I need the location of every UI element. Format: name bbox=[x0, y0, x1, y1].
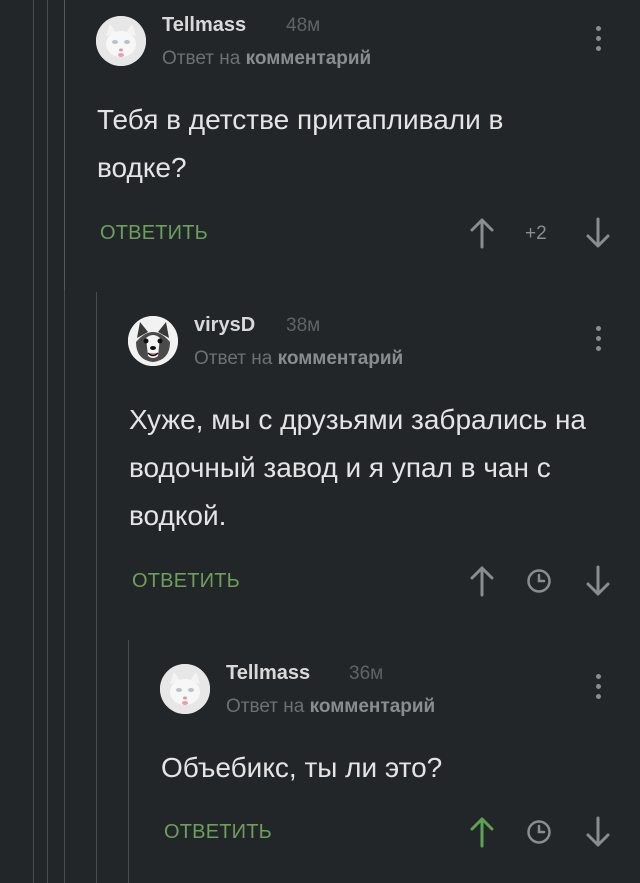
clock-icon[interactable] bbox=[526, 819, 552, 845]
reply-to-comment-link[interactable]: комментарий bbox=[246, 48, 372, 69]
reply-to-line: Ответ на комментарий bbox=[194, 348, 403, 370]
comment-text: Хуже, мы с друзьями забрались на водочны… bbox=[129, 404, 586, 531]
comment-2: virysD 38м Ответ на комментарий Хуже, мы… bbox=[98, 292, 640, 638]
comment-text: Тебя в детстве притапливали в водке? bbox=[97, 104, 504, 183]
more-vertical-icon[interactable] bbox=[590, 326, 606, 354]
thread-line-level-3 bbox=[96, 292, 97, 883]
more-vertical-icon[interactable] bbox=[590, 26, 606, 54]
thread-line-level-1a bbox=[33, 0, 34, 883]
reply-prefix: Ответ на bbox=[226, 696, 305, 717]
reply-to-line: Ответ на комментарий bbox=[162, 48, 371, 70]
comment-text: Объебикс, ты ли это? bbox=[161, 752, 443, 783]
comment-1: Tellmass 48м Ответ на комментарий Тебя в… bbox=[66, 0, 640, 290]
username[interactable]: virysD bbox=[194, 314, 255, 337]
username[interactable]: Tellmass bbox=[162, 14, 246, 37]
thread-line-level-1b bbox=[47, 0, 48, 883]
comment-time: 36м bbox=[349, 663, 384, 684]
comment-time: 38м bbox=[286, 315, 321, 336]
rating-score: +2 bbox=[525, 223, 547, 244]
upvote-arrow-icon[interactable] bbox=[469, 816, 495, 848]
downvote-arrow-icon[interactable] bbox=[585, 565, 611, 597]
user-avatar[interactable] bbox=[96, 16, 146, 66]
user-avatar[interactable] bbox=[160, 664, 210, 714]
user-avatar[interactable] bbox=[128, 316, 178, 366]
username[interactable]: Tellmass bbox=[226, 662, 310, 685]
comment-time: 48м bbox=[286, 15, 321, 36]
upvote-arrow-icon[interactable] bbox=[469, 217, 495, 249]
thread-line-level-4 bbox=[128, 640, 129, 883]
reply-button[interactable]: ОТВЕТИТЬ bbox=[132, 570, 240, 593]
reply-to-comment-link[interactable]: комментарий bbox=[310, 696, 436, 717]
thread-line-level-2b bbox=[64, 290, 65, 883]
reply-prefix: Ответ на bbox=[162, 48, 241, 69]
thread-line-level-2 bbox=[64, 0, 65, 290]
reply-to-comment-link[interactable]: комментарий bbox=[278, 348, 404, 369]
reply-button[interactable]: ОТВЕТИТЬ bbox=[164, 821, 272, 844]
comment-3: Tellmass 36м Ответ на комментарий Объеби… bbox=[130, 640, 640, 883]
reply-prefix: Ответ на bbox=[194, 348, 273, 369]
downvote-arrow-icon[interactable] bbox=[585, 217, 611, 249]
upvote-arrow-icon[interactable] bbox=[469, 565, 495, 597]
downvote-arrow-icon[interactable] bbox=[585, 816, 611, 848]
reply-button[interactable]: ОТВЕТИТЬ bbox=[100, 222, 208, 245]
clock-icon[interactable] bbox=[526, 568, 552, 594]
more-vertical-icon[interactable] bbox=[590, 674, 606, 702]
reply-to-line: Ответ на комментарий bbox=[226, 696, 435, 718]
